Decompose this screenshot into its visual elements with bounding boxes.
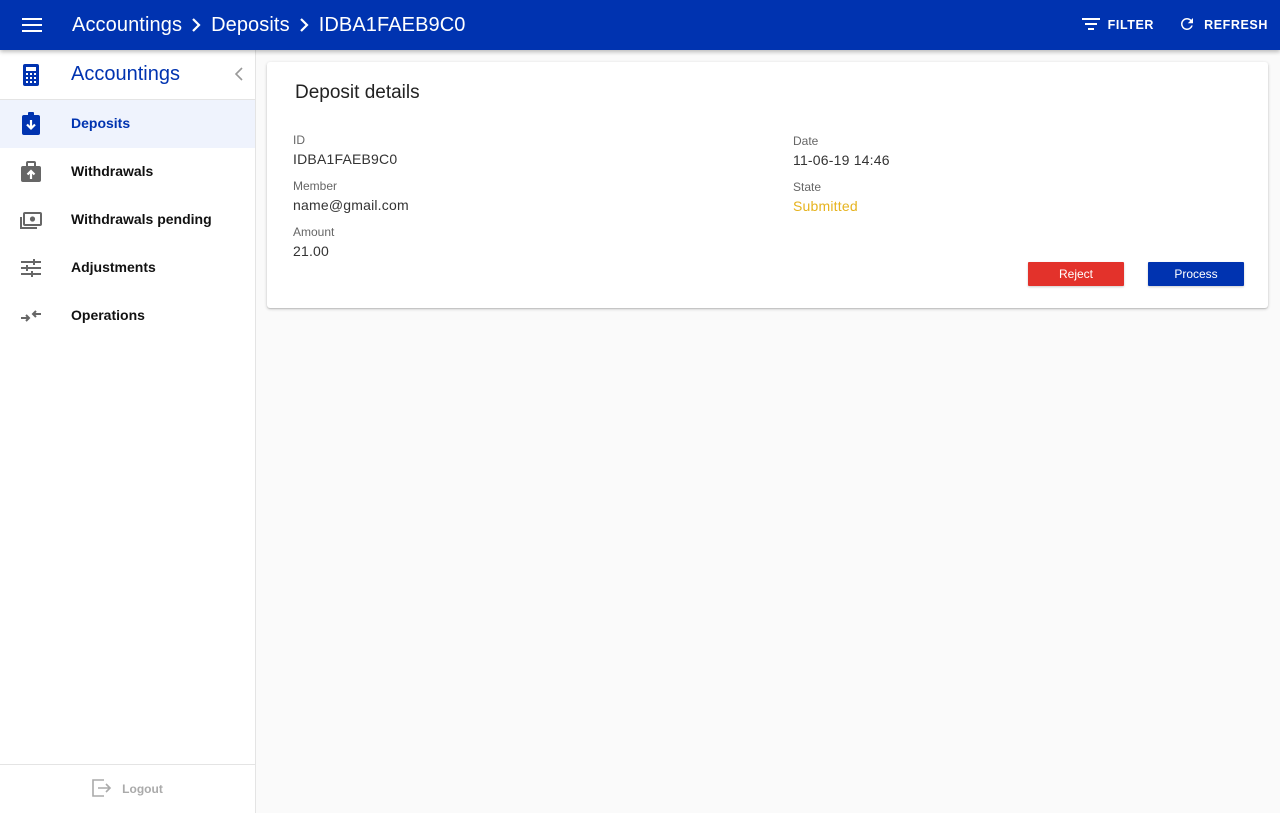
- sidebar-item-label: Deposits: [71, 115, 131, 131]
- breadcrumb-current: IDBA1FAEB9C0: [318, 13, 466, 36]
- sidebar-item-adjustments[interactable]: Adjustments: [0, 244, 255, 292]
- member-label: Member: [293, 179, 338, 193]
- refresh-button[interactable]: REFRESH: [1178, 15, 1268, 36]
- sidebar-item-deposits[interactable]: Deposits: [0, 100, 255, 148]
- member-value: name@gmail.com: [293, 197, 409, 213]
- member-field: Member name@gmail.com: [293, 179, 409, 213]
- breadcrumb-accountings[interactable]: Accountings: [72, 14, 182, 37]
- card-title: Deposit details: [295, 82, 420, 103]
- date-value: 11-06-19 14:46: [793, 152, 890, 168]
- id-value: IDBA1FAEB9C0: [293, 151, 398, 167]
- amount-value: 21.00: [293, 243, 330, 259]
- sidebar-item-withdrawals-pending[interactable]: Withdrawals pending: [0, 196, 255, 244]
- filter-button[interactable]: FILTER: [1081, 17, 1155, 33]
- sidebar-item-label: Withdrawals pending: [71, 211, 212, 227]
- logout-icon: [92, 778, 112, 800]
- appbar-actions: FILTER REFRESH: [1081, 0, 1268, 50]
- filter-label: FILTER: [1107, 18, 1155, 32]
- breadcrumb-deposits[interactable]: Deposits: [211, 14, 290, 37]
- chevron-right-icon: [191, 18, 201, 32]
- id-label: ID: [293, 133, 305, 147]
- sidebar-item-label: Operations: [71, 307, 145, 323]
- sidebar-item-label: Withdrawals: [71, 163, 154, 179]
- money-icon: [20, 208, 42, 232]
- deposit-details-card: Deposit details ID IDBA1FAEB9C0 Member n…: [267, 62, 1268, 308]
- state-value: Submitted: [793, 198, 858, 214]
- state-label: State: [793, 180, 822, 194]
- reject-button[interactable]: Reject: [1028, 262, 1124, 286]
- deposit-icon: [20, 112, 42, 136]
- menu-icon[interactable]: [20, 13, 44, 37]
- app-bar: Accountings Deposits IDBA1FAEB9C0 FILTER…: [0, 0, 1280, 50]
- logout-button[interactable]: Logout: [0, 764, 255, 813]
- sidebar-item-withdrawals[interactable]: Withdrawals: [0, 148, 255, 196]
- tune-icon: [20, 256, 42, 280]
- amount-field: Amount 21.00: [293, 225, 334, 259]
- id-field: ID IDBA1FAEB9C0: [293, 133, 397, 167]
- refresh-icon: [1178, 15, 1196, 36]
- withdrawal-icon: [20, 160, 42, 184]
- date-label: Date: [793, 134, 819, 148]
- date-field: Date 11-06-19 14:46: [793, 134, 890, 168]
- sidebar-item-operations[interactable]: Operations: [0, 292, 255, 340]
- calculator-icon: [21, 64, 41, 91]
- sidebar-item-label: Adjustments: [71, 259, 156, 275]
- process-button[interactable]: Process: [1148, 262, 1244, 286]
- amount-label: Amount: [293, 225, 335, 239]
- breadcrumb: Accountings Deposits IDBA1FAEB9C0: [72, 0, 466, 50]
- sidebar-header: Accountings: [0, 50, 255, 100]
- filter-icon: [1081, 17, 1100, 33]
- logout-label: Logout: [122, 782, 163, 796]
- state-field: State Submitted: [793, 180, 858, 214]
- compare-arrows-icon: [20, 304, 42, 328]
- chevron-left-icon[interactable]: [234, 67, 243, 86]
- sidebar-title: Accountings: [71, 63, 180, 85]
- chevron-right-icon: [299, 18, 309, 32]
- sidebar: Accountings Deposits Withdrawals Withdra…: [0, 50, 256, 813]
- refresh-label: REFRESH: [1204, 18, 1268, 32]
